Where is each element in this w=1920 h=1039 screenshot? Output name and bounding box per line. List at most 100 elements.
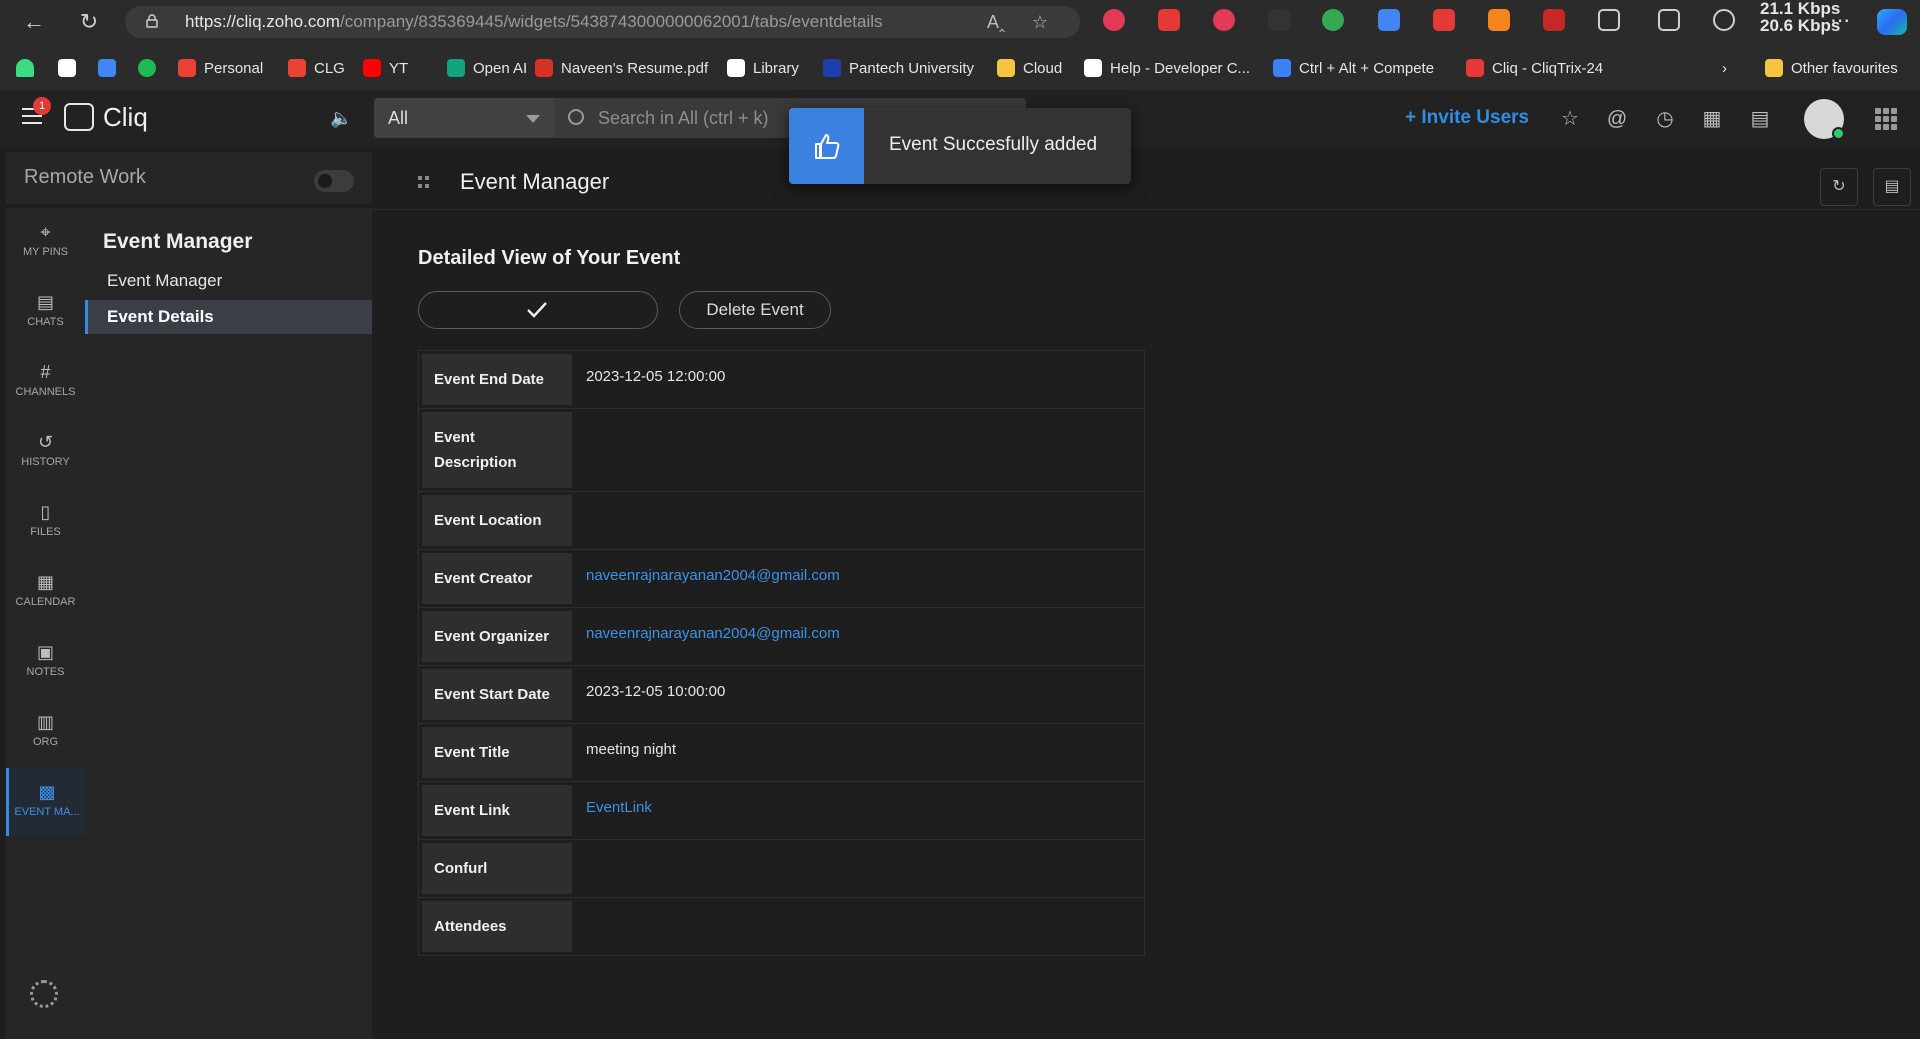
extension-icon[interactable]: [1488, 9, 1510, 31]
pin-icon: ⌖: [40, 222, 51, 242]
other-favourites[interactable]: Other favourites: [1765, 57, 1898, 79]
rail-item-notes[interactable]: ▣ NOTES: [6, 628, 85, 696]
bookmark-item[interactable]: Library: [727, 57, 799, 79]
bookmark-icon: [535, 59, 553, 77]
details-link[interactable]: naveenrajnarayanan2004@gmail.com: [572, 608, 1144, 665]
rail-item-label: MY PINS: [22, 246, 69, 258]
extension-icon[interactable]: [1378, 9, 1400, 31]
bookmark-icon: [363, 59, 381, 77]
settings-gear-icon[interactable]: [30, 980, 58, 1008]
url-text: https://cliq.zoho.com/company/835369445/…: [185, 12, 883, 31]
bookmark-item[interactable]: Cliq - CliqTrix-24: [1466, 57, 1603, 79]
drag-handle-icon[interactable]: [418, 176, 430, 188]
extension-icon[interactable]: [1433, 9, 1455, 31]
rail-item-label: FILES: [30, 526, 61, 538]
rail-item-history[interactable]: ↺ HISTORY: [6, 418, 85, 486]
more-icon[interactable]: ⋯: [1830, 8, 1850, 33]
rail-item-file[interactable]: ▯ FILES: [6, 488, 85, 556]
search-scope-dropdown[interactable]: All: [374, 98, 554, 138]
copilot-icon[interactable]: [1877, 9, 1907, 35]
rail-item-org[interactable]: ▥ ORG: [6, 698, 85, 766]
confirm-button[interactable]: [418, 291, 658, 329]
bookmark-item[interactable]: Pantech University: [823, 57, 974, 79]
lock-icon: [146, 14, 158, 28]
split-screen-icon[interactable]: [1658, 9, 1680, 31]
bookmark-label: Cloud: [1023, 59, 1063, 77]
refresh-button[interactable]: ↻: [1820, 168, 1858, 206]
bookmark-item[interactable]: Help - Developer C...: [1084, 57, 1250, 79]
section-title: Detailed View of Your Event: [418, 247, 681, 269]
widget-subnav: Event Manager Event Manager Event Details: [85, 208, 372, 1039]
bookmark-item[interactable]: Open AI: [447, 57, 527, 79]
extensions-puzzle-icon[interactable]: [1598, 9, 1620, 31]
bookmark-android-icon[interactable]: [16, 57, 42, 79]
bookmark-icon: [1466, 59, 1484, 77]
bookmark-notion-icon[interactable]: [58, 57, 84, 79]
details-link[interactable]: EventLink: [572, 782, 1144, 839]
subnav-title: Event Manager: [103, 230, 253, 253]
extension-icon[interactable]: [1213, 9, 1235, 31]
invite-users-button[interactable]: + Invite Users: [1405, 107, 1529, 129]
details-row: Attendees: [419, 898, 1144, 955]
bookmark-calendar-icon[interactable]: [98, 57, 124, 79]
back-icon[interactable]: ←: [18, 9, 50, 35]
remote-work-toggle[interactable]: [314, 170, 354, 192]
bookmark-item[interactable]: YT: [363, 57, 408, 79]
network-speed: 21.1 Kbps 20.6 Kbps: [1760, 0, 1841, 35]
bookmark-icon: [178, 59, 196, 77]
delete-event-button[interactable]: Delete Event: [679, 291, 831, 329]
bookmark-icon: [727, 59, 745, 77]
reload-icon[interactable]: ↻: [73, 9, 105, 35]
favorite-star-icon[interactable]: ☆: [1029, 11, 1051, 33]
mentions-icon[interactable]: @: [1605, 107, 1629, 131]
chat-panel-button[interactable]: ▤: [1873, 168, 1911, 206]
page-title: Event Manager: [460, 169, 610, 194]
bookmark-label: Ctrl + Alt + Compete: [1299, 59, 1435, 77]
left-rail: ⌖ MY PINS ▤ CHATS # CHANNELS ↺ HISTORY ▯ FILES ▦ CA…: [6, 208, 85, 1039]
bookmark-item[interactable]: Personal: [178, 57, 263, 79]
org-icon: ▥: [36, 712, 54, 732]
reminders-icon[interactable]: ◷: [1653, 107, 1677, 131]
rail-item-calendar[interactable]: ▦ CALENDAR: [6, 558, 85, 626]
calendar-icon[interactable]: ▦: [1700, 107, 1724, 131]
rail-item-hash[interactable]: # CHANNELS: [6, 348, 85, 416]
address-bar[interactable]: https://cliq.zoho.com/company/835369445/…: [125, 6, 1080, 38]
extension-icon[interactable]: [1103, 9, 1125, 31]
extension-icon[interactable]: [1543, 9, 1565, 31]
bookmark-item[interactable]: Cloud: [997, 57, 1062, 79]
read-aloud-icon[interactable]: A‸: [985, 11, 1007, 33]
details-value: [572, 840, 1144, 897]
details-key: Event Description: [422, 412, 572, 488]
extension-icon[interactable]: [1268, 9, 1290, 31]
bookmark-spotify-icon[interactable]: [138, 57, 164, 79]
subnav-item[interactable]: Event Manager: [85, 264, 372, 298]
star-icon[interactable]: ☆: [1558, 107, 1582, 131]
rail-item-label: HISTORY: [21, 456, 70, 468]
thumbs-up-icon: [789, 108, 864, 184]
details-value: [572, 898, 1144, 955]
apps-grid-icon[interactable]: [1875, 108, 1897, 130]
remote-work-label: Remote Work: [24, 166, 146, 188]
success-toast: Event Succesfully added: [789, 108, 1131, 184]
remote-work-panel: Remote Work: [6, 152, 372, 204]
store-icon[interactable]: ▤: [1748, 107, 1772, 131]
details-key: Event Organizer: [422, 611, 572, 662]
speaker-icon[interactable]: 🔈: [330, 108, 352, 130]
extension-icon[interactable]: [1322, 9, 1344, 31]
bookmark-item[interactable]: Ctrl + Alt + Compete: [1273, 57, 1434, 79]
bookmarks-bar: Personal CLG YT Open AI Naveen's Resume.pdf L…: [0, 52, 1920, 82]
bookmark-item[interactable]: Naveen's Resume.pdf: [535, 57, 708, 79]
rail-item-pin[interactable]: ⌖ MY PINS: [6, 208, 85, 276]
bookmark-item[interactable]: CLG: [288, 57, 345, 79]
favorites-icon[interactable]: [1713, 9, 1735, 31]
rail-item-chat[interactable]: ▤ CHATS: [6, 278, 85, 346]
subnav-item[interactable]: Event Details: [85, 300, 372, 334]
search-scope-label: All: [388, 108, 409, 128]
rail-item-grid[interactable]: ▩ EVENT MA...: [6, 768, 85, 836]
extension-icon[interactable]: [1158, 9, 1180, 31]
details-link[interactable]: naveenrajnarayanan2004@gmail.com: [572, 550, 1144, 607]
bookmarks-overflow-icon[interactable]: ›: [1722, 57, 1727, 79]
rail-item-label: EVENT MA...: [14, 806, 80, 818]
bookmark-label: Help - Developer C...: [1110, 59, 1251, 77]
details-key: Event Location: [422, 495, 572, 546]
